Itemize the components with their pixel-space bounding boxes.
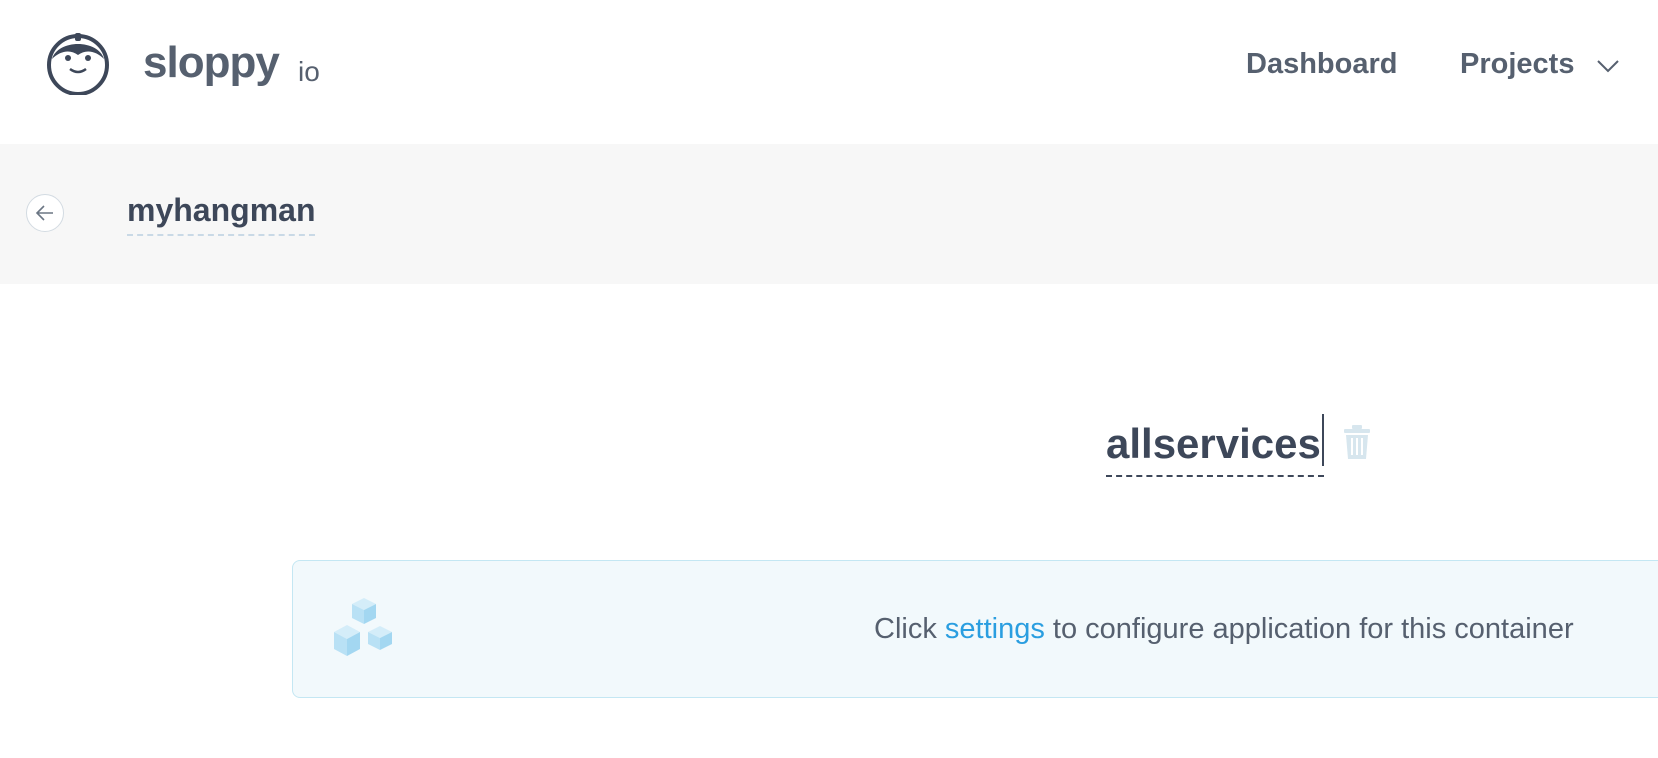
arrow-left-icon — [35, 205, 53, 221]
cubes-icon — [334, 598, 392, 656]
trash-icon[interactable] — [1342, 424, 1372, 460]
info-message: Click settings to configure application … — [874, 613, 1574, 646]
sloth-logo-icon[interactable] — [46, 31, 110, 95]
project-name-field[interactable]: myhangman — [127, 192, 316, 237]
service-name-text: allservices — [1106, 420, 1321, 467]
brand-suffix: io — [298, 56, 320, 87]
service-name-field[interactable]: allservices — [1106, 414, 1324, 478]
nav-dashboard-link[interactable]: Dashboard — [1246, 48, 1397, 81]
top-navbar: sloppy io Dashboard Projects — [0, 0, 1658, 144]
settings-link[interactable]: settings — [945, 613, 1045, 645]
info-suffix: to configure application for this contai… — [1044, 613, 1574, 645]
nav-projects-link[interactable]: Projects — [1460, 48, 1574, 81]
text-caret — [1321, 414, 1324, 466]
brand-name: sloppy — [143, 38, 280, 87]
chevron-down-icon[interactable] — [1596, 58, 1620, 74]
back-button[interactable] — [26, 194, 64, 232]
info-prefix: Click — [874, 613, 945, 645]
